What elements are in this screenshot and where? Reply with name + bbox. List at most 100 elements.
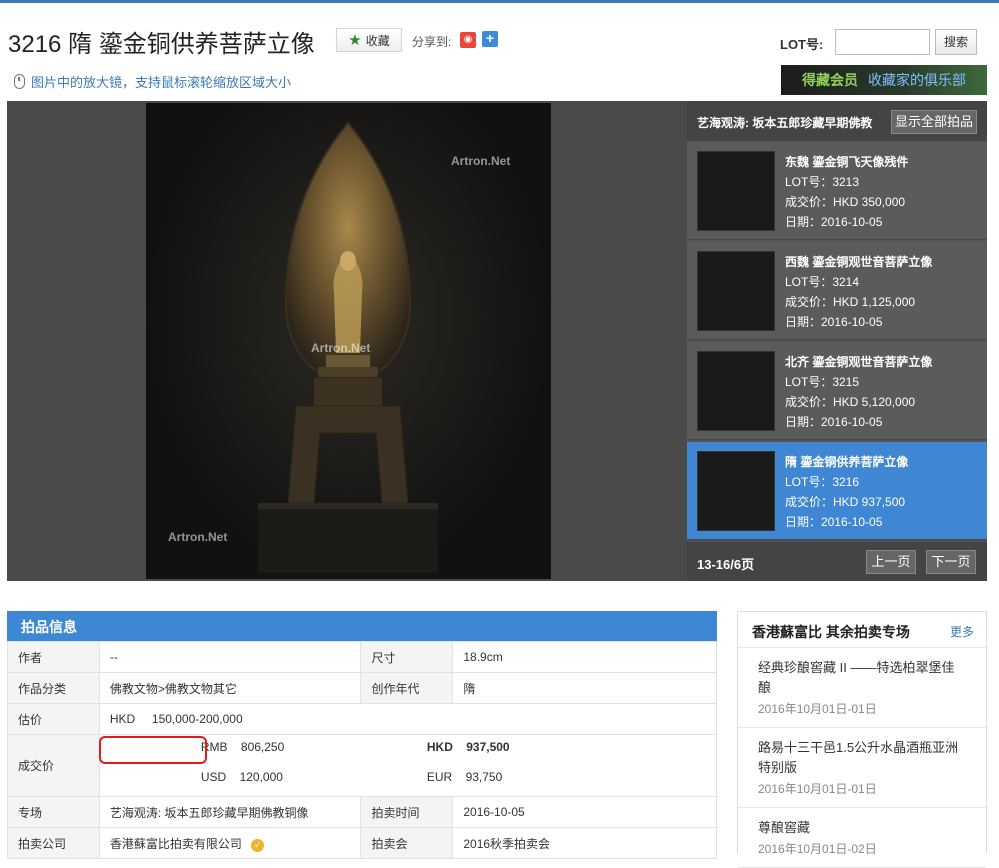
share-label: 分享到: (412, 35, 452, 49)
watermark: Artron.Net (451, 154, 511, 168)
more-link[interactable]: 更多 (950, 623, 974, 640)
next-page-button[interactable]: 下一页 (926, 550, 976, 574)
author-value: -- (98, 641, 362, 673)
lot-item-price: 成交价：HKD 350,000 (785, 195, 906, 209)
sale-date: 2016年10月01日-02日 (758, 842, 877, 856)
lot-label: LOT号: (780, 37, 824, 52)
list-item[interactable]: 路易十三干邑1.5公升水晶酒瓶亚洲特别版 2016年10月01日-01日 (738, 728, 986, 808)
auction-time-value: 2016-10-05 (452, 796, 717, 828)
list-item[interactable]: 经典珍酿窖藏 II ——特选柏翠堡佳酿 2016年10月01日-01日 (738, 648, 986, 728)
lot-list-panel: 艺海观涛: 坂本五郎珍藏早期佛教 显示全部拍品 东魏 鎏金铜飞天像残件 LOT号… (687, 101, 987, 581)
pager-text: 13-16/6页 (697, 557, 755, 572)
sale-name[interactable]: 经典珍酿窖藏 II ——特选柏翠堡佳酿 (758, 658, 966, 698)
lot-item-date: 日期：2016-10-05 (785, 215, 883, 229)
era-key: 创作年代 (360, 672, 454, 704)
lot-list-item[interactable]: 西魏 鎏金铜观世音菩萨立像 LOT号：3214 成交价：HKD 1,125,00… (687, 242, 987, 340)
table-row: 作者 -- 尺寸 18.9cm (7, 641, 717, 673)
lot-list-item[interactable]: 北齐 鎏金铜观世音菩萨立像 LOT号：3215 成交价：HKD 5,120,00… (687, 342, 987, 440)
other-sessions-header: 香港蘇富比 其余拍卖专场 更多 (738, 612, 986, 648)
lot-item-number: LOT号：3216 (785, 475, 860, 489)
company-name[interactable]: 香港蘇富比拍卖有限公司 (110, 837, 242, 851)
lot-item-price: 成交价：HKD 937,500 (785, 495, 906, 509)
usd-currency: USD (200, 770, 227, 784)
highlight-circle (99, 736, 207, 764)
page-title: 3216 隋 鎏金铜供养菩萨立像 (8, 31, 315, 58)
zoom-tip-text: 图片中的放大镜，支持鼠标滚轮缩放区域大小 (31, 75, 292, 90)
auction-time-key: 拍卖时间 (360, 796, 454, 828)
lot-thumbnail (697, 151, 775, 231)
table-row: 专场 艺海观涛: 坂本五郎珍藏早期佛教铜像 拍卖时间 2016-10-05 (7, 796, 717, 828)
category-key: 作品分类 (7, 672, 100, 704)
watermark: Artron.Net (168, 530, 228, 544)
zoom-tip: 图片中的放大镜，支持鼠标滚轮缩放区域大小 (14, 72, 291, 91)
weibo-share-icon[interactable]: ◉ (460, 32, 476, 48)
eur-price: EUR 93,750 (427, 770, 502, 784)
show-all-lots-button[interactable]: 显示全部拍品 (891, 110, 977, 134)
member-club-banner[interactable]: 得藏会员 收藏家的俱乐部 (781, 65, 987, 95)
lot-list-item-active[interactable]: 隋 鎏金铜供养菩萨立像 LOT号：3216 成交价：HKD 937,500 日期… (687, 442, 987, 540)
list-item[interactable]: 尊酿窖藏 2016年10月01日-02日 (738, 808, 986, 868)
lot-thumbnail (697, 251, 775, 331)
lot-thumbnail (697, 351, 775, 431)
lot-list-item[interactable]: 东魏 鎏金铜飞天像残件 LOT号：3213 成交价：HKD 350,000 日期… (687, 142, 987, 240)
session-key: 专场 (7, 796, 100, 828)
session-value[interactable]: 艺海观涛: 坂本五郎珍藏早期佛教铜像 (98, 796, 362, 828)
mouse-icon (14, 74, 25, 89)
lot-search-input[interactable] (835, 29, 930, 55)
eur-amount: 93,750 (465, 770, 503, 784)
estimate-value: HKD 150,000-200,000 (98, 703, 718, 735)
lot-item-date: 日期：2016-10-05 (785, 415, 883, 429)
more-share-icon[interactable]: + (482, 31, 498, 47)
image-viewer[interactable]: Artron.Net Artron.Net Artron.Net (7, 101, 687, 581)
lot-thumbnail (697, 451, 775, 531)
verified-badge-icon: ✓ (251, 838, 265, 852)
club-title: 得藏会员 (802, 72, 858, 88)
hkd-amount: 937,500 (466, 740, 510, 754)
hkd-currency: HKD (426, 740, 453, 754)
session-title: 艺海观涛: 坂本五郎珍藏早期佛教 (697, 116, 873, 130)
prev-page-button[interactable]: 上一页 (866, 550, 916, 574)
favorite-label: 收藏 (365, 33, 390, 48)
sale-date: 2016年10月01日-01日 (758, 782, 877, 796)
top-accent-line (0, 0, 999, 3)
lot-item-title: 西魏 鎏金铜观世音菩萨立像 (785, 255, 933, 269)
rmb-price: RMB 806,250 (201, 740, 284, 754)
rmb-amount: 806,250 (240, 740, 285, 754)
lot-item-price: 成交价：HKD 1,125,000 (785, 295, 916, 309)
lot-search-button[interactable]: 搜索 (935, 29, 977, 55)
author-key: 作者 (7, 641, 100, 673)
lot-item-price: 成交价：HKD 5,120,000 (785, 395, 916, 409)
star-icon: ★ (348, 31, 362, 49)
lot-item-number: LOT号：3215 (785, 375, 860, 389)
other-sessions-panel: 香港蘇富比 其余拍卖专场 更多 经典珍酿窖藏 II ——特选柏翠堡佳酿 2016… (737, 611, 987, 868)
lot-item-number: LOT号：3214 (785, 275, 860, 289)
lot-info-header: 拍品信息 (7, 611, 717, 641)
estimate-currency: HKD (109, 712, 136, 726)
table-row: 估价 HKD 150,000-200,000 (7, 703, 718, 735)
size-value: 18.9cm (452, 641, 717, 673)
estimate-key: 估价 (7, 703, 100, 735)
watermark: Artron.Net (311, 341, 371, 355)
category-value: 佛教文物>佛教文物其它 (98, 672, 362, 704)
usd-amount: 120,000 (239, 770, 283, 784)
size-key: 尺寸 (360, 641, 454, 673)
lot-item-number: LOT号：3213 (785, 175, 860, 189)
eur-currency: EUR (426, 770, 453, 784)
club-slogan: 收藏家的俱乐部 (868, 72, 966, 88)
lot-item-date: 日期：2016-10-05 (785, 515, 883, 529)
usd-price: USD 120,000 (201, 770, 283, 784)
lot-list-pager: 13-16/6页 上一页 下一页 (687, 542, 987, 581)
lot-photo[interactable]: Artron.Net Artron.Net Artron.Net (146, 103, 551, 579)
favorite-button[interactable]: ★ 收藏 (336, 28, 402, 52)
sale-name[interactable]: 路易十三干邑1.5公升水晶酒瓶亚洲特别版 (758, 738, 966, 778)
table-row: 作品分类 佛教文物>佛教文物其它 创作年代 隋 (7, 672, 717, 704)
estimate-range: 150,000-200,000 (151, 712, 243, 726)
lot-list-header: 艺海观涛: 坂本五郎珍藏早期佛教 显示全部拍品 (687, 101, 987, 141)
lot-item-date: 日期：2016-10-05 (785, 315, 883, 329)
sale-name[interactable]: 尊酿窖藏 (758, 818, 966, 838)
lot-item-title: 隋 鎏金铜供养菩萨立像 (785, 455, 909, 469)
sale-date: 2016年10月01日-01日 (758, 702, 877, 716)
lot-item-title: 东魏 鎏金铜飞天像残件 (785, 155, 909, 169)
era-value: 隋 (452, 672, 717, 704)
deal-price-key: 成交价 (7, 734, 100, 797)
